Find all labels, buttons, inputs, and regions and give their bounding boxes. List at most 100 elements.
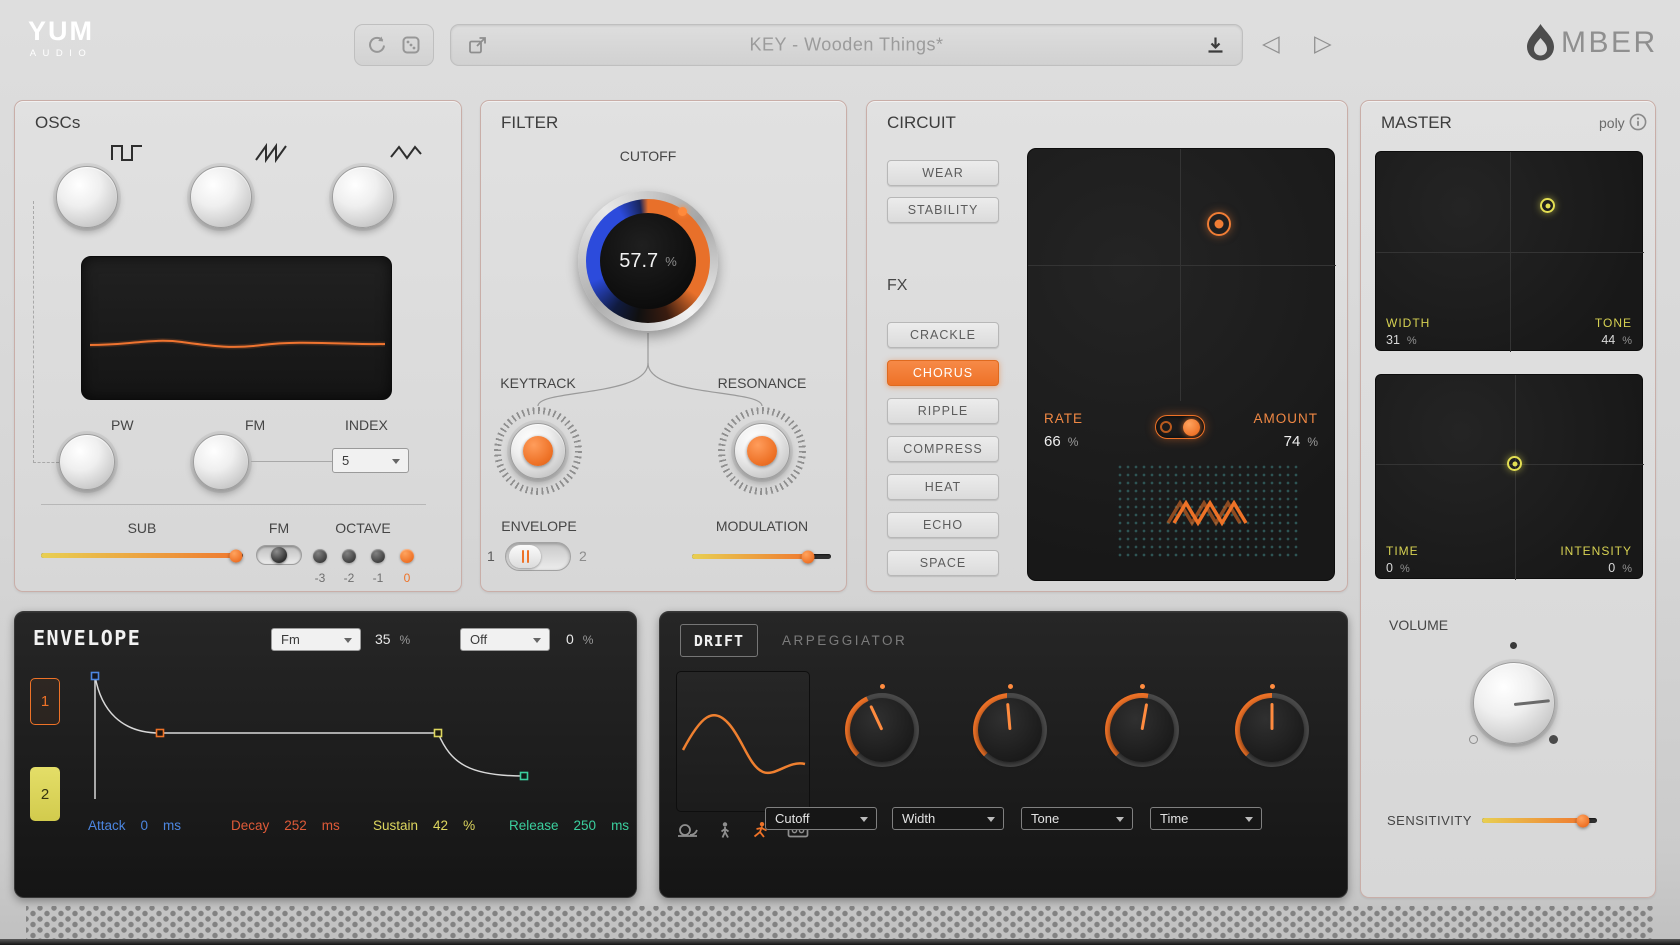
intensity-label: INTENSITY xyxy=(1560,544,1632,558)
voice-mode-selector[interactable]: poly xyxy=(1599,115,1625,131)
circuit-title: CIRCUIT xyxy=(887,113,956,133)
sensitivity-label: SENSITIVITY xyxy=(1387,813,1472,828)
drift-knob-2[interactable] xyxy=(973,693,1047,767)
envelope-graph[interactable] xyxy=(15,612,638,899)
volume-label: VOLUME xyxy=(1389,617,1448,633)
power-on-icon xyxy=(1183,419,1200,436)
octave-dot-zero[interactable] xyxy=(400,549,414,563)
drift-target-select-4[interactable]: Time xyxy=(1150,807,1262,830)
preset-name[interactable]: KEY - Wooden Things* xyxy=(749,35,943,56)
fx-button-heat[interactable]: HEAT xyxy=(887,474,999,500)
snail-icon[interactable] xyxy=(676,821,700,839)
prev-preset-button[interactable]: ◁ xyxy=(1262,30,1280,57)
preset-browser[interactable]: KEY - Wooden Things* xyxy=(450,24,1243,66)
oscilloscope-display xyxy=(81,256,392,400)
slider-fill xyxy=(1482,818,1583,823)
fx-xy-display[interactable]: RATE 66% AMOUNT 74% xyxy=(1027,148,1335,581)
osc3-wave-knob[interactable] xyxy=(332,166,394,228)
width-tone-pad[interactable]: WIDTH 31% TONE 44% xyxy=(1375,151,1643,351)
logo-subtext: AUDIO xyxy=(28,48,94,59)
octave-option[interactable]: -2 xyxy=(337,571,361,585)
oscs-panel: OSCs PW FM INDEX 5 S xyxy=(14,100,462,592)
slider-fill xyxy=(41,553,236,558)
fx-button-echo[interactable]: ECHO xyxy=(887,512,999,538)
slider-handle[interactable] xyxy=(230,549,243,562)
undo-icon[interactable] xyxy=(367,35,387,55)
slider-handle[interactable] xyxy=(802,550,815,563)
envelope-option-2[interactable]: 2 xyxy=(579,548,587,564)
master-title: MASTER xyxy=(1381,113,1452,133)
time-intensity-handle[interactable] xyxy=(1507,456,1522,471)
knob-value-dot xyxy=(880,684,885,689)
drift-target-select-1[interactable]: Cutoff xyxy=(765,807,877,830)
circuit-panel: CIRCUIT WEAR STABILITY FX CRACKLE CHORUS… xyxy=(866,100,1348,592)
drift-knob-1[interactable] xyxy=(845,693,919,767)
fx-button-crackle[interactable]: CRACKLE xyxy=(887,322,999,348)
tab-arpeggiator[interactable]: ARPEGGIATOR xyxy=(782,633,907,648)
fx-button-space[interactable]: SPACE xyxy=(887,550,999,576)
fx-power-toggle[interactable] xyxy=(1155,415,1205,439)
octave-option[interactable]: -3 xyxy=(308,571,332,585)
stability-button[interactable]: STABILITY xyxy=(887,197,999,223)
randomize-dice-icon[interactable] xyxy=(401,35,421,55)
volume-knob[interactable] xyxy=(1473,662,1555,744)
next-preset-button[interactable]: ▷ xyxy=(1314,30,1332,57)
filter-envelope-switch[interactable] xyxy=(505,542,571,571)
drift-panel: DRIFT ARPEGGIATOR xyxy=(659,611,1348,898)
width-tone-handle[interactable] xyxy=(1540,198,1555,213)
speaker-grille xyxy=(26,906,1654,942)
resonance-knob-cap xyxy=(747,436,777,466)
keytrack-knob[interactable] xyxy=(494,407,582,495)
octave-option[interactable]: -1 xyxy=(366,571,390,585)
tone-label: TONE xyxy=(1595,316,1632,330)
modulation-slider[interactable] xyxy=(692,554,831,559)
history-button-group xyxy=(354,24,434,66)
info-icon[interactable] xyxy=(1629,113,1647,131)
octave-option[interactable]: 0 xyxy=(395,571,419,585)
envelope-switch-handle[interactable] xyxy=(509,545,541,568)
chorus-wave-logo xyxy=(1162,495,1252,531)
octave-dot-minus2[interactable] xyxy=(342,549,356,563)
envelope-option-1[interactable]: 1 xyxy=(487,548,495,564)
slider-handle[interactable] xyxy=(1577,814,1590,827)
sensitivity-slider[interactable] xyxy=(1482,818,1597,823)
fm-toggle-handle[interactable] xyxy=(271,547,287,563)
filter-envelope-label: ENVELOPE xyxy=(501,518,576,534)
logo-text: YUM xyxy=(28,16,94,47)
knob-needle xyxy=(1271,703,1274,730)
fx-button-ripple[interactable]: RIPPLE xyxy=(887,398,999,424)
release-readout[interactable]: Release250ms xyxy=(509,818,629,833)
xy-crosshair-h xyxy=(1028,265,1336,266)
fx-button-compress[interactable]: COMPRESS xyxy=(887,436,999,462)
sub-slider[interactable] xyxy=(41,553,243,558)
time-intensity-pad[interactable]: TIME 0% INTENSITY 0% xyxy=(1375,374,1643,579)
modulation-label: MODULATION xyxy=(716,518,808,534)
drift-target-select-2[interactable]: Width xyxy=(892,807,1004,830)
save-download-icon[interactable] xyxy=(1205,35,1226,56)
time-value: 0% xyxy=(1386,561,1410,575)
knob-value-dot xyxy=(1270,684,1275,689)
cutoff-knob[interactable]: 57.7 % xyxy=(578,191,718,331)
resonance-knob[interactable] xyxy=(718,407,806,495)
octave-dot-minus3[interactable] xyxy=(313,549,327,563)
attack-readout[interactable]: Attack0ms xyxy=(88,818,181,833)
tab-drift[interactable]: DRIFT xyxy=(680,624,758,657)
pw-knob[interactable] xyxy=(59,434,115,490)
octave-dot-minus1[interactable] xyxy=(371,549,385,563)
fm-toggle[interactable] xyxy=(256,545,302,565)
fx-xy-handle[interactable] xyxy=(1207,212,1231,236)
osc2-wave-knob[interactable] xyxy=(190,166,252,228)
index-select[interactable]: 5 xyxy=(332,448,409,473)
fx-button-chorus[interactable]: CHORUS xyxy=(887,360,999,386)
volume-needle xyxy=(1514,699,1550,706)
sustain-readout[interactable]: Sustain42% xyxy=(373,818,475,833)
decay-readout[interactable]: Decay252ms xyxy=(231,818,340,833)
drift-target-select-3[interactable]: Tone xyxy=(1021,807,1133,830)
osc1-wave-knob[interactable] xyxy=(56,166,118,228)
export-preset-icon[interactable] xyxy=(467,35,488,56)
wear-button[interactable]: WEAR xyxy=(887,160,999,186)
drift-knob-4[interactable] xyxy=(1235,693,1309,767)
drift-knob-3[interactable] xyxy=(1105,693,1179,767)
walker-icon[interactable] xyxy=(715,821,735,839)
fm-knob[interactable] xyxy=(193,434,249,490)
